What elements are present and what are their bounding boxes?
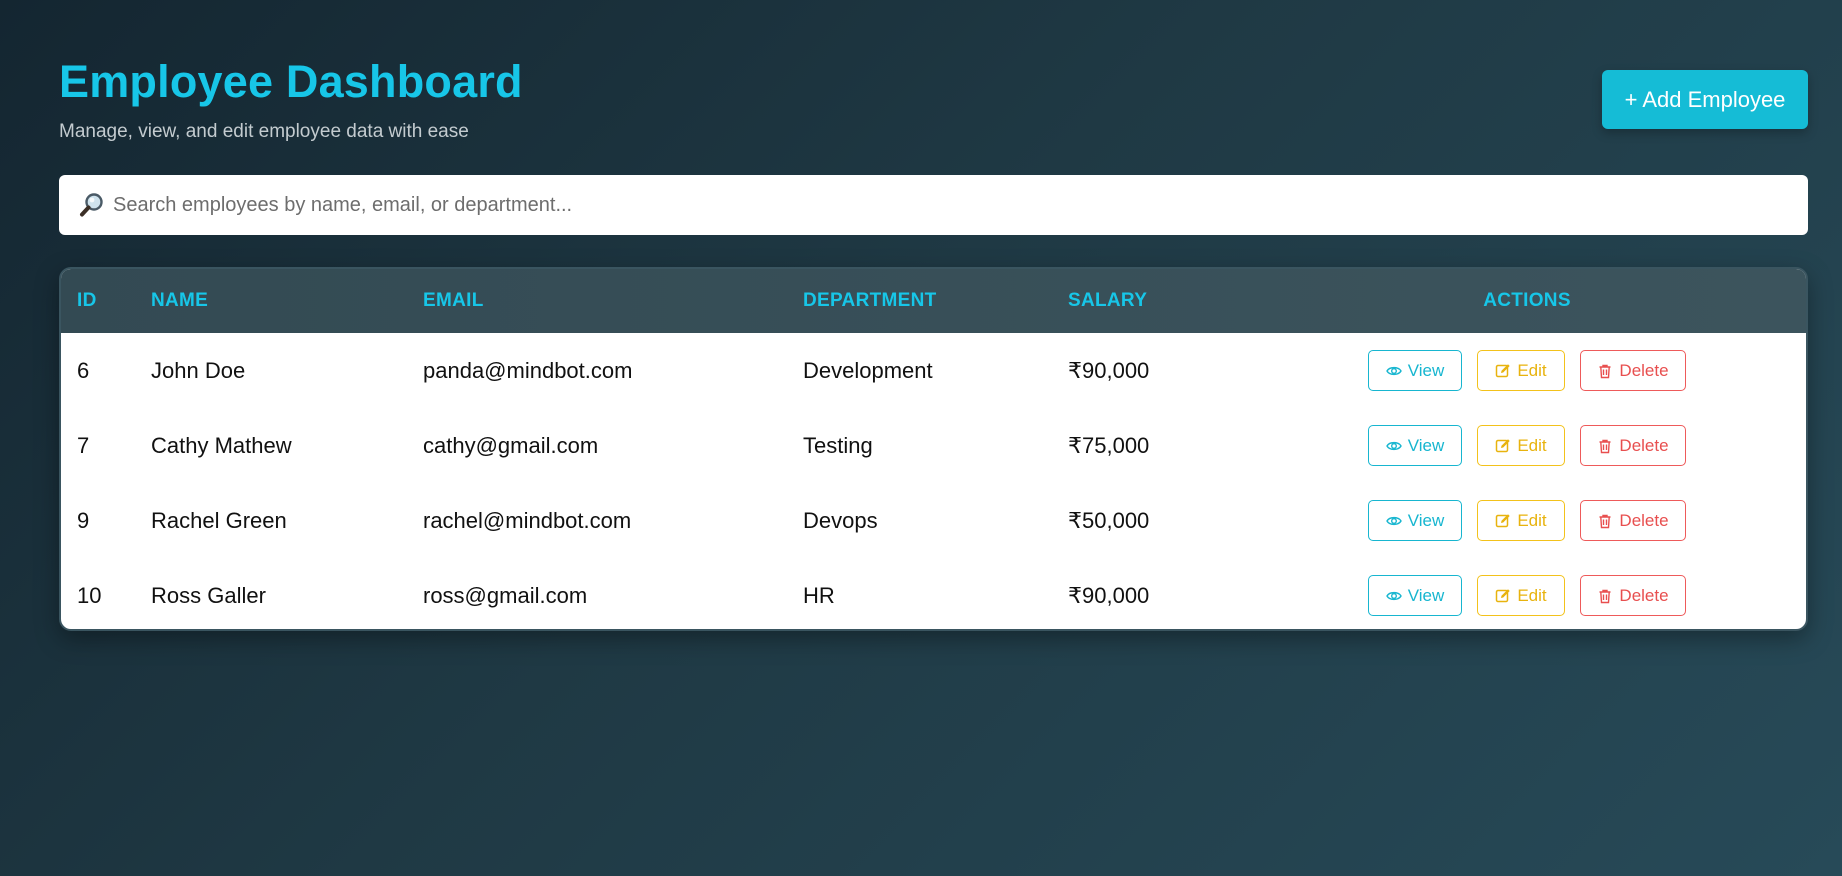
cell-name: John Doe [151,357,246,383]
cell-email: rachel@mindbot.com [423,507,632,533]
cell-email: panda@mindbot.com [423,357,633,383]
cell-salary: ₹75,000 [1068,432,1150,458]
cell-actions: View Edit Delete [1248,408,1806,483]
search-input[interactable] [113,175,1808,235]
view-label: View [1407,510,1445,530]
page-subtitle: Manage, view, and edit employee data wit… [59,121,469,142]
column-header-id: ID [77,290,97,311]
cell-salary: ₹90,000 [1068,357,1150,383]
edit-label: Edit [1517,585,1547,605]
view-button[interactable]: View [1368,575,1462,616]
delete-button[interactable]: Delete [1580,425,1686,466]
table-row: 7 Cathy Mathew cathy@gmail.com Testing ₹… [61,408,1806,483]
delete-label: Delete [1619,360,1669,380]
edit-label: Edit [1517,510,1547,530]
edit-icon [1496,588,1511,602]
delete-button[interactable]: Delete [1580,575,1686,616]
column-header-department: DEPARTMENT [803,290,937,311]
view-button[interactable]: View [1368,350,1462,391]
cell-id: 7 [77,432,90,458]
trash-icon [1599,514,1611,528]
cell-department: Devops [803,507,878,533]
delete-button[interactable]: Delete [1580,350,1686,391]
edit-button[interactable]: Edit [1477,425,1565,466]
cell-department: Development [803,357,933,383]
employee-table: ID NAME EMAIL DEPARTMENT SALARY ACTIONS … [59,267,1808,631]
column-header-actions: ACTIONS [1483,290,1571,311]
eye-icon [1385,441,1402,450]
eye-icon [1385,591,1402,600]
cell-name: Ross Galler [151,582,266,608]
table-row: 9 Rachel Green rachel@mindbot.com Devops… [61,483,1806,558]
edit-icon [1496,513,1511,527]
edit-button[interactable]: Edit [1477,350,1565,391]
cell-id: 9 [77,507,90,533]
eye-icon [1385,516,1402,525]
column-header-name: NAME [151,290,209,311]
view-button[interactable]: View [1368,500,1462,541]
cell-email: cathy@gmail.com [423,432,599,458]
cell-id: 6 [77,357,90,383]
edit-icon [1496,438,1511,452]
edit-button[interactable]: Edit [1477,575,1565,616]
view-label: View [1407,360,1445,380]
delete-button[interactable]: Delete [1580,500,1686,541]
add-employee-button[interactable]: + Add Employee [1602,70,1808,129]
trash-icon [1599,439,1611,453]
search-icon [79,192,105,218]
page-header: Employee Dashboard Manage, view, and edi… [59,56,523,143]
cell-actions: View Edit Delete [1248,558,1806,629]
cell-department: Testing [803,432,873,458]
cell-name: Cathy Mathew [151,432,292,458]
cell-id: 10 [77,582,102,608]
column-header-salary: SALARY [1068,290,1148,311]
view-label: View [1407,435,1445,455]
trash-icon [1599,364,1611,378]
view-label: View [1407,585,1445,605]
column-header-email: EMAIL [423,290,484,311]
table-row: 6 John Doe panda@mindbot.com Development… [61,333,1806,408]
edit-label: Edit [1517,360,1547,380]
eye-icon [1385,366,1402,375]
delete-label: Delete [1619,510,1669,530]
view-button[interactable]: View [1368,425,1462,466]
page-title: Employee Dashboard [59,56,523,107]
delete-label: Delete [1619,435,1669,455]
edit-label: Edit [1517,435,1547,455]
search-bar [59,175,1808,235]
edit-button[interactable]: Edit [1477,500,1565,541]
table-row: 10 Ross Galler ross@gmail.com HR ₹90,000… [61,558,1806,629]
cell-salary: ₹50,000 [1068,507,1150,533]
cell-actions: View Edit Delete [1248,483,1806,558]
delete-label: Delete [1619,585,1669,605]
table-header-row: ID NAME EMAIL DEPARTMENT SALARY ACTIONS [61,269,1806,333]
cell-salary: ₹90,000 [1068,582,1150,608]
cell-name: Rachel Green [151,507,287,533]
cell-department: HR [803,582,835,608]
cell-email: ross@gmail.com [423,582,588,608]
trash-icon [1599,589,1611,603]
edit-icon [1496,363,1511,377]
cell-actions: View Edit Delete [1248,333,1806,408]
